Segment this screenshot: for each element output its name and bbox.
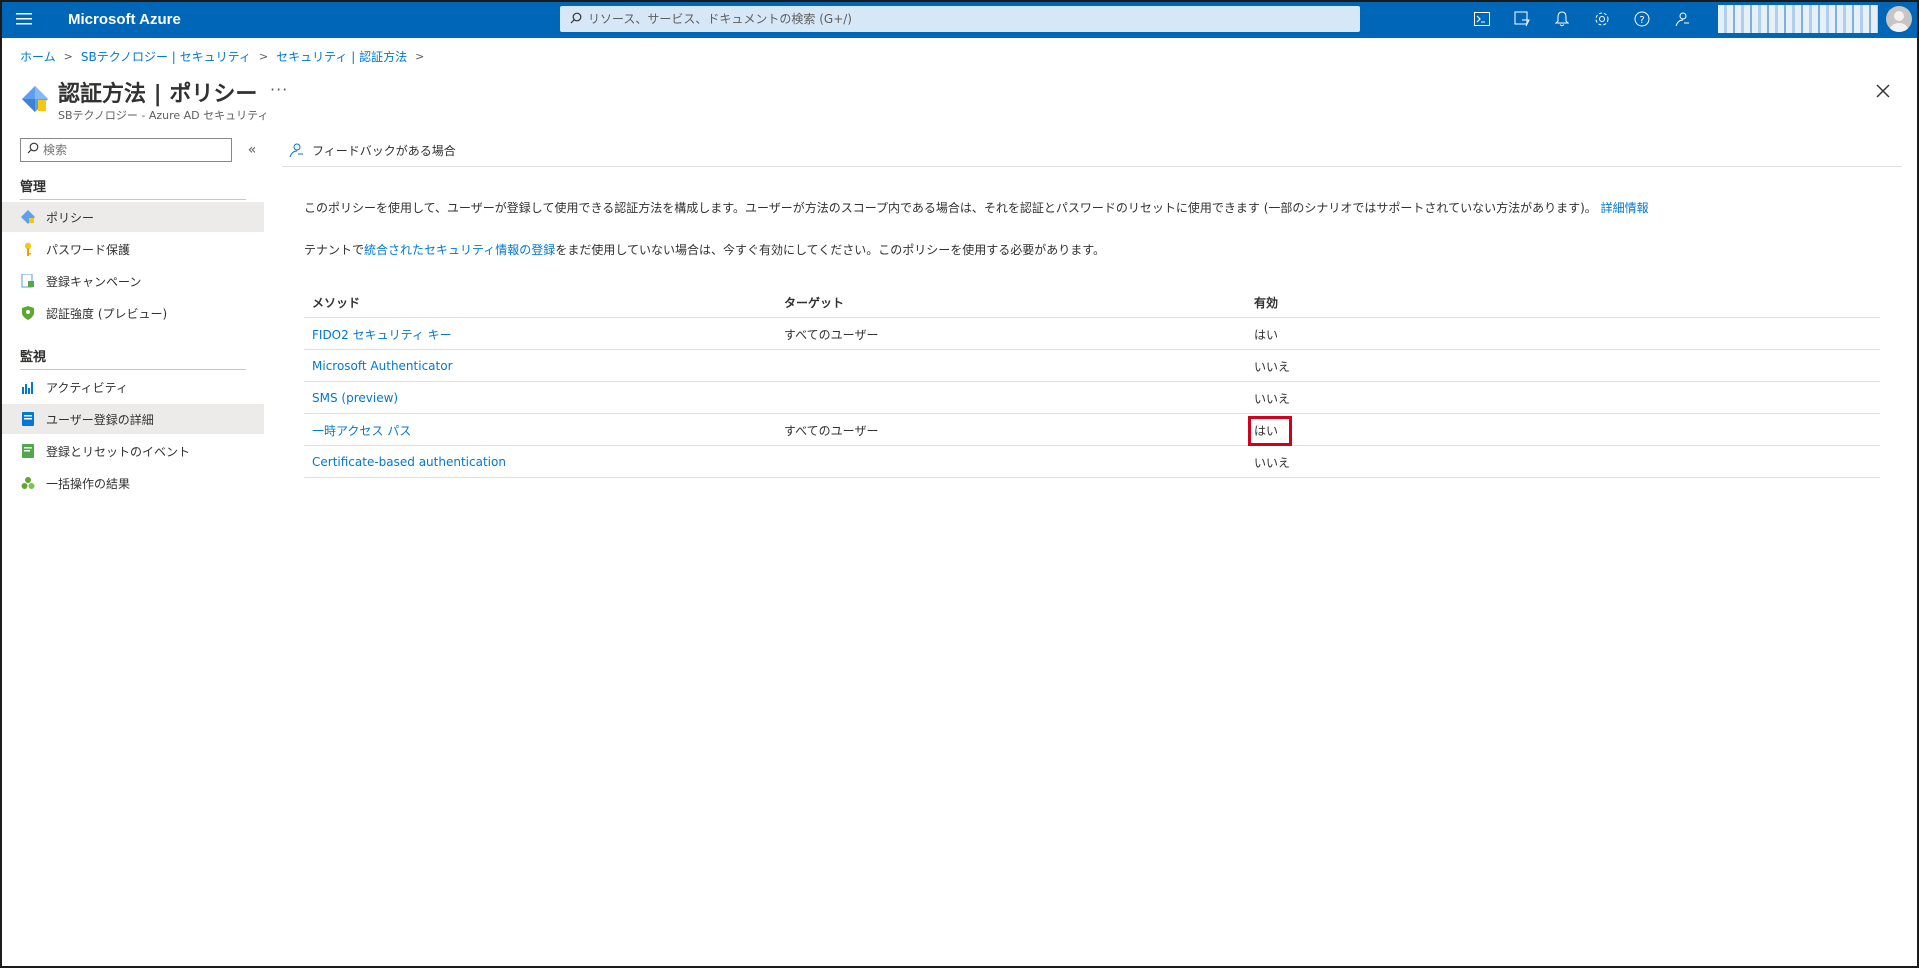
- feedback-label: フィードバックがある場合: [312, 143, 456, 158]
- column-header-method[interactable]: メソッド: [312, 286, 360, 318]
- search-icon: [570, 12, 582, 27]
- combined-registration-notice: テナントで統合されたセキュリティ情報の登録をまだ使用していない場合は、今すぐ有効…: [304, 241, 1105, 258]
- breadcrumb-auth-methods[interactable]: セキュリティ | 認証方法: [276, 48, 407, 65]
- page-title: 認証方法 | ポリシー: [58, 82, 258, 107]
- method-link[interactable]: FIDO2 セキュリティ キー: [312, 318, 452, 350]
- cloud-shell-icon[interactable]: [1462, 0, 1502, 38]
- global-search[interactable]: [560, 6, 1360, 32]
- auth-methods-diamond-icon: [20, 84, 50, 114]
- chevron-right-icon: >: [63, 50, 73, 63]
- brand-title[interactable]: Microsoft Azure: [68, 11, 181, 28]
- shield-icon: [20, 305, 36, 321]
- feedback-icon: [288, 142, 304, 158]
- target-cell: すべてのユーザー: [784, 423, 879, 438]
- sidebar-item-label: 認証強度 (プレビュー): [46, 306, 168, 321]
- policy-description: このポリシーを使用して、ユーザーが登録して使用できる認証方法を構成します。ユーザ…: [304, 199, 1649, 216]
- sidebar-item-auth-strength[interactable]: 認証強度 (プレビュー): [2, 298, 264, 328]
- section-title-monitor: 監視: [20, 350, 47, 365]
- notice-prefix: テナントで: [304, 243, 365, 257]
- sidebar-item-registration-reset-events[interactable]: 登録とリセットのイベント: [2, 436, 264, 466]
- table-row[interactable]: 一時アクセス パス すべてのユーザー はい: [304, 414, 1880, 446]
- collapse-sidebar-button[interactable]: «: [242, 140, 262, 160]
- sidebar-item-registration-campaign[interactable]: 登録キャンペーン: [2, 266, 264, 296]
- table-row[interactable]: Certificate-based authentication いいえ: [304, 446, 1880, 478]
- activity-chart-icon: [20, 379, 36, 395]
- key-icon: [20, 241, 36, 257]
- enabled-cell: いいえ: [1254, 455, 1291, 470]
- policy-description-text: このポリシーを使用して、ユーザーが登録して使用できる認証方法を構成します。ユーザ…: [304, 201, 1597, 215]
- directory-filter-icon[interactable]: [1502, 0, 1542, 38]
- top-bar: Microsoft Azure ?: [0, 0, 1919, 38]
- method-link[interactable]: SMS (preview): [312, 382, 398, 414]
- method-link[interactable]: Certificate-based authentication: [312, 446, 506, 478]
- feedback-button[interactable]: フィードバックがある場合: [288, 136, 456, 164]
- user-registration-details-icon: [20, 411, 36, 427]
- auth-methods-table: メソッド ターゲット 有効 FIDO2 セキュリティ キー すべてのユーザー は…: [304, 286, 1880, 478]
- hamburger-menu-icon[interactable]: [0, 0, 48, 38]
- sidebar-item-label: 登録キャンペーン: [46, 274, 142, 289]
- sidebar-search-input[interactable]: [43, 143, 231, 157]
- registration-campaign-icon: [20, 273, 36, 289]
- table-row[interactable]: Microsoft Authenticator いいえ: [304, 350, 1880, 382]
- global-search-input[interactable]: [588, 12, 1360, 26]
- section-title-manage: 管理: [20, 180, 47, 195]
- sidebar-item-bulk-operations[interactable]: 一括操作の結果: [2, 468, 264, 498]
- column-header-target[interactable]: ターゲット: [784, 286, 844, 318]
- notifications-bell-icon[interactable]: [1542, 0, 1582, 38]
- enabled-cell: いいえ: [1254, 391, 1291, 406]
- table-row[interactable]: FIDO2 セキュリティ キー すべてのユーザー はい: [304, 318, 1880, 350]
- sidebar-item-label: 登録とリセットのイベント: [46, 444, 191, 459]
- chevron-right-icon: >: [415, 50, 425, 63]
- notice-suffix: をまだ使用していない場合は、今すぐ有効にしてください。このポリシーを使用する必要…: [555, 243, 1106, 257]
- policy-diamond-icon: [20, 209, 36, 225]
- breadcrumb-home[interactable]: ホーム: [20, 48, 56, 65]
- help-question-icon[interactable]: ?: [1622, 0, 1662, 38]
- sidebar-item-activity[interactable]: アクティビティ: [2, 372, 264, 402]
- method-link[interactable]: 一時アクセス パス: [312, 414, 411, 446]
- section-divider: [20, 369, 246, 370]
- search-icon: [27, 142, 39, 158]
- avatar[interactable]: [1886, 6, 1912, 32]
- sidebar-item-label: パスワード保護: [46, 242, 131, 257]
- section-divider: [20, 199, 246, 200]
- close-icon[interactable]: [1872, 80, 1894, 102]
- method-link[interactable]: Microsoft Authenticator: [312, 350, 453, 382]
- enabled-cell: いいえ: [1254, 359, 1291, 374]
- table-row[interactable]: SMS (preview) いいえ: [304, 382, 1880, 414]
- settings-gear-icon[interactable]: [1582, 0, 1622, 38]
- combined-registration-link[interactable]: 統合されたセキュリティ情報の登録: [364, 243, 555, 257]
- table-header-row: メソッド ターゲット 有効: [304, 286, 1880, 318]
- enabled-cell: はい: [1254, 327, 1279, 342]
- sidebar-item-label: ユーザー登録の詳細: [46, 412, 154, 427]
- page-subtitle: SBテクノロジー - Azure AD セキュリティ: [58, 109, 269, 122]
- chevron-right-icon: >: [258, 50, 269, 63]
- sidebar-item-label: アクティビティ: [46, 380, 128, 395]
- sidebar-item-policy[interactable]: ポリシー: [2, 202, 264, 232]
- sidebar-item-user-registration-details[interactable]: ユーザー登録の詳細: [2, 404, 264, 434]
- column-header-enabled[interactable]: 有効: [1254, 286, 1278, 318]
- feedback-icon[interactable]: [1662, 0, 1702, 38]
- toolbar-divider: [282, 166, 1902, 167]
- sidebar-item-label: 一括操作の結果: [46, 476, 131, 491]
- breadcrumb: ホーム > SBテクノロジー | セキュリティ > セキュリティ | 認証方法 …: [20, 48, 432, 65]
- target-cell: すべてのユーザー: [784, 327, 879, 342]
- enabled-cell: はい: [1254, 423, 1279, 438]
- bulk-operations-icon: [20, 475, 36, 491]
- more-options-button[interactable]: ···: [270, 80, 288, 99]
- sidebar-search[interactable]: [20, 138, 232, 162]
- learn-more-link[interactable]: 詳細情報: [1601, 201, 1649, 215]
- breadcrumb-security[interactable]: SBテクノロジー | セキュリティ: [81, 48, 251, 65]
- events-log-icon: [20, 443, 36, 459]
- account-info[interactable]: [1718, 5, 1878, 33]
- svg-text:?: ?: [1639, 15, 1644, 26]
- sidebar-item-label: ポリシー: [46, 210, 95, 225]
- sidebar-item-password-protection[interactable]: パスワード保護: [2, 234, 264, 264]
